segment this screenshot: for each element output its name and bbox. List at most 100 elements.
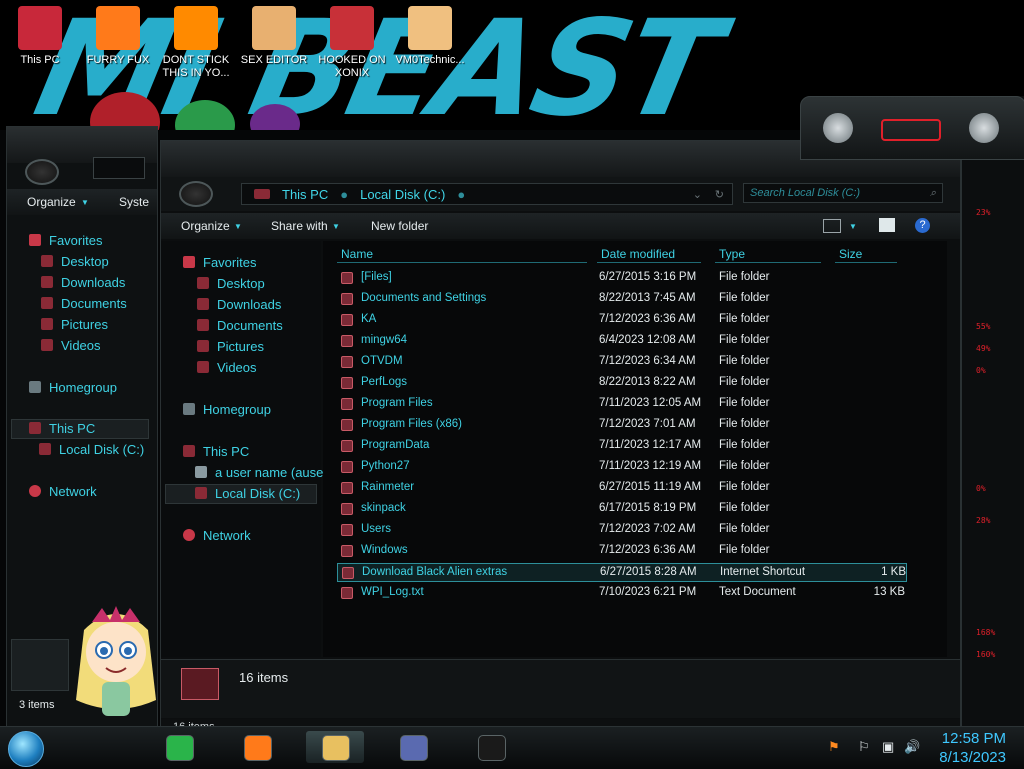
chevron-down-icon: ▼ [332, 222, 340, 231]
file-row[interactable]: WPI_Log.txt 7/10/2023 6:21 PM Text Documen… [337, 584, 907, 603]
nav-label: Network [203, 528, 251, 543]
file-type: Text Document [719, 586, 796, 598]
desktop-icon-item[interactable]: VM0Technic... [392, 6, 468, 67]
file-type: File folder [719, 502, 770, 514]
column-type[interactable]: Type [715, 247, 821, 263]
file-type: File folder [719, 439, 770, 451]
new-folder-button[interactable]: New folder [371, 219, 428, 233]
column-date-modified[interactable]: Date modified [597, 247, 701, 263]
action-center-icon[interactable]: ⚐ [858, 739, 870, 755]
alien-logo-icon [881, 119, 941, 141]
nav-local-disk[interactable]: Local Disk (C:) [195, 486, 300, 501]
nav-favorites[interactable]: Favorites [183, 255, 256, 270]
documents-icon [197, 319, 209, 331]
file-name: Documents and Settings [361, 292, 487, 304]
nav-user[interactable]: a user name (ause [195, 465, 323, 480]
address-bar[interactable]: This PC ● Local Disk (C:) ● ⌄ ↻ [241, 183, 733, 205]
column-size[interactable]: Size [835, 247, 897, 263]
file-row[interactable]: Rainmeter 6/27/2015 11:19 AM File folder [337, 479, 907, 498]
desktop-icon-item[interactable]: This PC [2, 6, 78, 67]
taskbar-app-button[interactable] [384, 731, 442, 763]
preview-pane-icon[interactable] [879, 218, 895, 232]
search-placeholder: Search Local Disk (C:) [750, 187, 861, 199]
file-date-modified: 7/12/2023 6:34 AM [599, 355, 696, 367]
nav-label: a user name (ause [215, 465, 324, 480]
network-icon [29, 485, 41, 497]
file-row[interactable]: Program Files 7/11/2023 12:05 AM File fold… [337, 395, 907, 414]
file-row[interactable]: Program Files (x86) 7/12/2023 7:01 AM File… [337, 416, 907, 435]
nav-documents[interactable]: Documents [41, 296, 127, 311]
file-row[interactable]: PerfLogs 8/22/2013 8:22 AM File folder [337, 374, 907, 393]
breadcrumb-this-pc[interactable]: This PC [282, 187, 328, 202]
nav-network[interactable]: Network [29, 484, 97, 499]
desktop-icon-item[interactable]: FURRY FUX [80, 6, 156, 67]
back-address-box[interactable] [93, 157, 145, 179]
nav-downloads[interactable]: Downloads [41, 275, 125, 290]
file-row[interactable]: mingw64 6/4/2023 12:08 AM File folder [337, 332, 907, 351]
desktop-icon-item[interactable]: DONT STICK THIS IN YO... [158, 6, 234, 80]
nav-videos[interactable]: Videos [197, 360, 257, 375]
organize-button[interactable]: Organize [27, 195, 76, 209]
flag-icon[interactable]: ⚑ [828, 739, 840, 755]
file-type: File folder [719, 397, 770, 409]
nav-desktop[interactable]: Desktop [197, 276, 265, 291]
nav-label: Downloads [61, 275, 126, 290]
taskbar-app-button[interactable] [462, 731, 520, 763]
file-row[interactable]: ProgramData 7/11/2023 12:17 AM File folder [337, 437, 907, 456]
nav-label: This PC [203, 444, 250, 459]
organize-button[interactable]: Organize [181, 219, 230, 233]
file-row[interactable]: Windows 7/12/2023 6:36 AM File folder [337, 542, 907, 561]
nav-pictures[interactable]: Pictures [197, 339, 264, 354]
nav-desktop[interactable]: Desktop [41, 254, 109, 269]
nav-downloads[interactable]: Downloads [197, 297, 281, 312]
file-row[interactable]: Python27 7/11/2023 12:19 AM File folder [337, 458, 907, 477]
file-row[interactable]: Users 7/12/2023 7:02 AM File folder [337, 521, 907, 540]
taskbar-app-button[interactable] [306, 731, 364, 763]
taskbar-app-button[interactable] [150, 731, 208, 763]
chevron-down-icon[interactable]: ▼ [849, 222, 857, 231]
nav-favorites[interactable]: Favorites [29, 233, 102, 248]
folder-icon [341, 335, 353, 347]
nav-local-disk[interactable]: Local Disk (C:) [39, 442, 144, 457]
nav-this-pc[interactable]: This PC [183, 444, 249, 459]
share-with-button[interactable]: Share with [271, 219, 328, 233]
back-nav-orb-icon[interactable] [25, 159, 59, 185]
dropdown-chevron-icon[interactable]: ⌄ [693, 188, 702, 201]
search-field[interactable]: Search Local Disk (C:) ⌕ [743, 183, 943, 203]
network-tray-icon[interactable]: ▣ [882, 739, 894, 755]
shortcut-icon [342, 567, 354, 579]
file-row[interactable]: [Files] 6/27/2015 3:16 PM File folder [337, 269, 907, 288]
nav-homegroup[interactable]: Homegroup [183, 402, 271, 417]
file-date-modified: 6/4/2023 12:08 AM [599, 334, 696, 346]
file-row[interactable]: Documents and Settings 8/22/2013 7:45 AM F… [337, 290, 907, 309]
clock[interactable]: 12:58 PM 8/13/2023 [939, 729, 1006, 767]
nav-network[interactable]: Network [183, 528, 251, 543]
desktop-icon-item[interactable]: HOOKED ON XONIX [314, 6, 390, 80]
system-button[interactable]: Syste [119, 195, 149, 209]
nav-videos[interactable]: Videos [41, 338, 101, 353]
start-button[interactable] [8, 731, 44, 767]
file-row[interactable]: OTVDM 7/12/2023 6:34 AM File folder [337, 353, 907, 372]
nav-documents[interactable]: Documents [197, 318, 283, 333]
breadcrumb-local-disk[interactable]: Local Disk (C:) [360, 187, 445, 202]
volume-icon[interactable]: 🔊 [904, 739, 920, 755]
view-options-icon[interactable] [823, 219, 841, 233]
column-name[interactable]: Name [337, 247, 587, 263]
file-row[interactable]: Download Black Alien extras 6/27/2015 8:2… [337, 563, 907, 582]
help-icon[interactable]: ? [915, 218, 930, 233]
user-icon [195, 466, 207, 478]
back-orb-icon[interactable] [179, 181, 213, 207]
taskbar-app-button[interactable] [228, 731, 286, 763]
text-file-icon [341, 587, 353, 599]
file-row[interactable]: skinpack 6/17/2015 8:19 PM File folder [337, 500, 907, 519]
explorer-window[interactable]: This PC ● Local Disk (C:) ● ⌄ ↻ Search L… [160, 140, 962, 749]
nav-this-pc[interactable]: This PC [29, 421, 95, 436]
file-row[interactable]: KA 7/12/2023 6:36 AM File folder [337, 311, 907, 330]
nav-pictures[interactable]: Pictures [41, 317, 108, 332]
desktop-icon-item[interactable]: SEX EDITOR [236, 6, 312, 67]
nav-homegroup[interactable]: Homegroup [29, 380, 117, 395]
file-type: File folder [719, 481, 770, 493]
downloads-icon [197, 298, 209, 310]
refresh-icon[interactable]: ↻ [715, 188, 724, 201]
file-date-modified: 7/10/2023 6:21 PM [599, 586, 697, 598]
